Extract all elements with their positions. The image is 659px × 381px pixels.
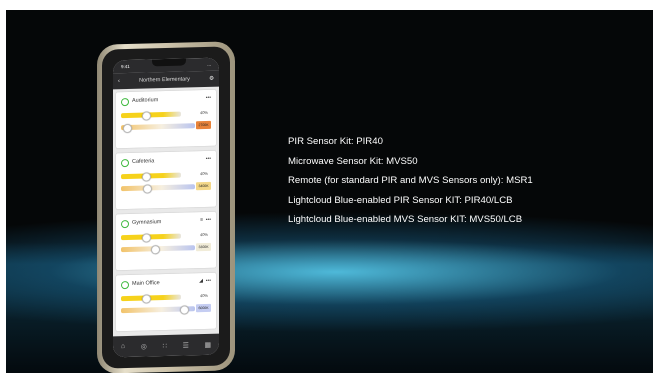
spec-list: PIR Sensor Kit: PIR40 Microwave Sensor K…: [288, 132, 533, 230]
brightness-knob[interactable]: [141, 111, 151, 121]
room-name: Cafeteria: [132, 158, 155, 165]
more-icon[interactable]: •••: [206, 217, 211, 223]
color-temp-badge: 3400K: [196, 181, 211, 191]
brightness-value: 40%: [199, 292, 208, 299]
brightness-slider[interactable]: [121, 172, 181, 180]
color-temp-knob[interactable]: [143, 184, 153, 194]
brightness-slider[interactable]: [121, 233, 181, 241]
color-temp-badge: 2700K: [196, 120, 211, 130]
more-icon[interactable]: •••: [206, 156, 211, 162]
nav-title: Northern Elementary: [139, 76, 190, 84]
spec-item: Remote (for standard PIR and MVS Sensors…: [288, 175, 533, 187]
color-temp-slider[interactable]: [121, 123, 195, 131]
spec-item: Microwave Sensor Kit: MVS50: [288, 155, 418, 167]
room-name: Main Office: [132, 280, 160, 287]
brightness-slider[interactable]: [121, 111, 181, 119]
room-name: Gymnasium: [132, 219, 162, 226]
signal-icon: ≡: [200, 217, 203, 224]
spec-item: Lightcloud Blue-enabled MVS Sensor KIT: …: [288, 214, 523, 226]
phone-bezel: 9:41 ... ‹ Northern Elementary ⚙ Auditor…: [102, 46, 230, 369]
power-ring-icon[interactable]: [121, 219, 129, 229]
schedule-icon[interactable]: ▦: [205, 340, 212, 348]
color-temp-slider[interactable]: [121, 184, 195, 192]
brightness-knob[interactable]: [141, 172, 151, 182]
status-time: 9:41: [121, 63, 130, 70]
spec-item: PIR Sensor Kit: PIR40: [288, 136, 383, 147]
color-temp-badge: 6000K: [196, 303, 211, 313]
gear-icon[interactable]: ⚙: [209, 76, 214, 82]
brightness-value: 40%: [199, 231, 208, 238]
room-card[interactable]: Main Office ◢ ••• 40% 6000K: [116, 272, 216, 332]
spec-item: Lightcloud Blue-enabled PIR Sensor KIT: …: [288, 194, 513, 206]
phone-mockup: 9:41 ... ‹ Northern Elementary ⚙ Auditor…: [97, 41, 235, 373]
notch: [151, 58, 186, 67]
brightness-knob[interactable]: [141, 233, 151, 243]
color-temp-knob[interactable]: [150, 245, 160, 255]
signal-icon: ◢: [199, 278, 203, 285]
tab-bar: ⌂ ◎ ∷ ☰ ▦: [113, 333, 219, 358]
brightness-knob[interactable]: [141, 294, 151, 304]
brightness-slider[interactable]: [121, 294, 181, 302]
room-card[interactable]: Gymnasium ≡ ••• 40% 3300K: [116, 211, 216, 271]
room-name: Auditorium: [132, 97, 159, 104]
product-stage: PIR Sensor Kit: PIR40 Microwave Sensor K…: [6, 10, 653, 373]
color-temp-knob[interactable]: [123, 123, 133, 134]
room-list: Auditorium ••• 40% 2700K Cafeteria ••• 4…: [113, 87, 219, 332]
status-icons: ...: [207, 61, 211, 67]
home-icon[interactable]: ⌂: [121, 343, 125, 350]
devices-icon[interactable]: ◎: [141, 342, 147, 350]
room-card[interactable]: Auditorium ••• 40% 2700K: [116, 89, 216, 149]
color-temp-knob[interactable]: [180, 305, 190, 315]
power-ring-icon[interactable]: [121, 280, 129, 290]
power-ring-icon[interactable]: [121, 97, 129, 107]
phone-screen: 9:41 ... ‹ Northern Elementary ⚙ Auditor…: [113, 57, 219, 358]
room-card[interactable]: Cafeteria ••• 40% 3400K: [116, 150, 216, 210]
power-ring-icon[interactable]: [121, 158, 129, 168]
color-temp-badge: 3300K: [196, 242, 211, 252]
scenes-icon[interactable]: ☰: [183, 341, 189, 349]
more-icon[interactable]: •••: [206, 278, 211, 284]
back-chevron-icon[interactable]: ‹: [118, 78, 120, 84]
grid-icon[interactable]: ∷: [162, 341, 166, 349]
brightness-value: 40%: [199, 109, 208, 116]
brightness-value: 40%: [199, 170, 208, 177]
more-icon[interactable]: •••: [206, 95, 211, 101]
